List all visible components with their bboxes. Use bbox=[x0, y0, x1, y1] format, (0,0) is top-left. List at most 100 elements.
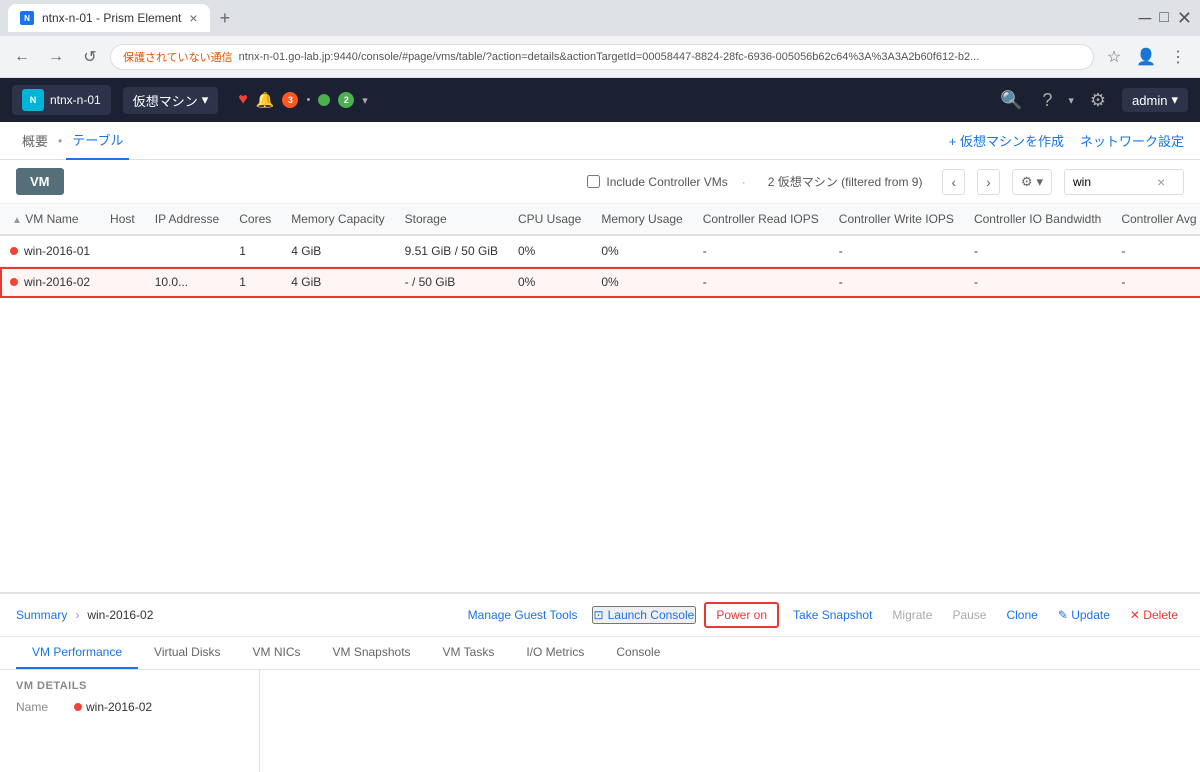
browser-tab[interactable]: N ntnx-n-01 - Prism Element × bbox=[8, 4, 210, 32]
browser-favicon: N bbox=[20, 11, 34, 25]
dot-separator: • bbox=[306, 94, 310, 106]
vm-ctrl-latency: - bbox=[1111, 235, 1200, 267]
sort-arrow: ▲ bbox=[12, 215, 22, 226]
url-text: ntnx-n-01.go-lab.jp:9440/console/#page/v… bbox=[239, 51, 980, 63]
col-vm-name[interactable]: ▲ VM Name bbox=[0, 204, 100, 235]
include-vms-checkbox[interactable] bbox=[587, 175, 600, 188]
col-ctrl-avg-io[interactable]: Controller Avg IO Latency bbox=[1111, 204, 1200, 235]
bottom-breadcrumb-row: Summary › win-2016-02 Manage Guest Tools… bbox=[0, 594, 1200, 637]
brand-logo[interactable]: N ntnx-n-01 bbox=[12, 85, 111, 115]
col-ctrl-write[interactable]: Controller Write IOPS bbox=[829, 204, 964, 235]
tab-close-button[interactable]: × bbox=[189, 10, 197, 26]
manage-guest-tools-button[interactable]: Manage Guest Tools bbox=[462, 606, 584, 624]
health-icon[interactable]: ♥ bbox=[238, 91, 248, 109]
table-tab[interactable]: テーブル bbox=[66, 122, 129, 160]
tab-vm-nics[interactable]: VM NICs bbox=[237, 637, 317, 669]
take-snapshot-button[interactable]: Take Snapshot bbox=[787, 606, 878, 624]
help-button[interactable]: ? bbox=[1038, 86, 1056, 115]
include-controller-vms: Include Controller VMs bbox=[587, 175, 727, 189]
search-box[interactable]: × bbox=[1064, 169, 1184, 195]
vm-ctrl-read: - bbox=[693, 267, 829, 298]
settings-button[interactable]: ⚙ bbox=[1086, 86, 1110, 115]
launch-console-button[interactable]: ⊡ Launch Console bbox=[592, 606, 697, 624]
new-tab-button[interactable]: + bbox=[214, 8, 237, 29]
clone-button[interactable]: Clone bbox=[1000, 606, 1043, 624]
back-button[interactable]: ← bbox=[8, 43, 36, 71]
search-input[interactable] bbox=[1073, 175, 1153, 189]
col-ctrl-read[interactable]: Controller Read IOPS bbox=[693, 204, 829, 235]
health-circle[interactable] bbox=[318, 94, 330, 106]
vm-details-panel: VM DETAILS Name win-2016-02 bbox=[0, 670, 260, 772]
settings-chevron: ▾ bbox=[1036, 174, 1043, 190]
settings-gear-icon: ⚙ bbox=[1021, 174, 1033, 190]
create-vm-button[interactable]: + 仮想マシンを作成 bbox=[949, 131, 1064, 150]
bookmark-button[interactable]: ☆ bbox=[1100, 43, 1128, 71]
alert-icon[interactable]: 🔔 bbox=[256, 91, 275, 109]
col-host[interactable]: Host bbox=[100, 204, 145, 235]
tab-vm-snapshots[interactable]: VM Snapshots bbox=[317, 637, 427, 669]
top-navigation: N ntnx-n-01 仮想マシン ▾ ♥ 🔔 3 • 2 ▾ 🔍 ? ▾ ⚙ … bbox=[0, 78, 1200, 122]
column-settings-button[interactable]: ⚙ ▾ bbox=[1012, 169, 1052, 195]
tab-vm-tasks[interactable]: VM Tasks bbox=[427, 637, 511, 669]
update-button[interactable]: ✎ Update bbox=[1052, 606, 1116, 624]
sub-navigation: 概要 • テーブル + 仮想マシンを作成 ネットワーク設定 bbox=[0, 122, 1200, 160]
prev-page-button[interactable]: ‹ bbox=[942, 169, 965, 195]
nutanix-logo: N bbox=[22, 89, 44, 111]
power-on-button[interactable]: Power on bbox=[704, 602, 779, 628]
table-row[interactable]: win-2016-02 10.0... 1 4 GiB - / 50 GiB 0… bbox=[0, 267, 1200, 298]
alert-badge: 3 bbox=[282, 92, 298, 108]
col-ip[interactable]: IP Addresse bbox=[145, 204, 230, 235]
reload-button[interactable]: ↺ bbox=[76, 43, 104, 71]
col-cores[interactable]: Cores bbox=[229, 204, 281, 235]
vm-name-label: win-2016-02 bbox=[24, 275, 90, 289]
vm-cpu-usage: 0% bbox=[508, 235, 591, 267]
bottom-tabs: VM Performance Virtual Disks VM NICs VM … bbox=[0, 637, 1200, 670]
subnav-actions: + 仮想マシンを作成 ネットワーク設定 bbox=[949, 131, 1184, 150]
status-chevron[interactable]: ▾ bbox=[362, 94, 368, 107]
maximize-button[interactable]: □ bbox=[1159, 9, 1169, 27]
tab-io-metrics[interactable]: I/O Metrics bbox=[510, 637, 600, 669]
vm-storage: 9.51 GiB / 50 GiB bbox=[395, 235, 508, 267]
profile-button[interactable]: 👤 bbox=[1132, 43, 1160, 71]
dot-sep: · bbox=[742, 175, 746, 189]
vm-details-title: VM DETAILS bbox=[16, 680, 243, 692]
close-button[interactable]: ✕ bbox=[1177, 8, 1192, 29]
vm-ctrl-write: - bbox=[829, 235, 964, 267]
next-page-button[interactable]: › bbox=[977, 169, 1000, 195]
tab-title: ntnx-n-01 - Prism Element bbox=[42, 11, 181, 25]
vm-memory: 4 GiB bbox=[281, 267, 394, 298]
vm-detail-name: win-2016-02 bbox=[86, 700, 152, 714]
vm-detail-name-row: Name win-2016-02 bbox=[16, 700, 243, 714]
vm-host bbox=[100, 235, 145, 267]
vm-status-dot bbox=[10, 278, 18, 286]
extensions-button[interactable]: ⋮ bbox=[1164, 43, 1192, 71]
network-settings-button[interactable]: ネットワーク設定 bbox=[1080, 131, 1184, 150]
launch-console-icon: ⊡ bbox=[594, 608, 604, 622]
forward-button[interactable]: → bbox=[42, 43, 70, 71]
admin-menu[interactable]: admin ▾ bbox=[1122, 88, 1188, 112]
search-button[interactable]: 🔍 bbox=[996, 86, 1026, 115]
vm-menu[interactable]: 仮想マシン ▾ bbox=[123, 87, 219, 114]
search-clear-button[interactable]: × bbox=[1157, 174, 1165, 190]
tab-virtual-disks[interactable]: Virtual Disks bbox=[138, 637, 236, 669]
col-memory[interactable]: Memory Capacity bbox=[281, 204, 394, 235]
col-memory-usage[interactable]: Memory Usage bbox=[591, 204, 692, 235]
vm-name-cell[interactable]: win-2016-01 bbox=[0, 235, 100, 267]
col-storage[interactable]: Storage bbox=[395, 204, 508, 235]
vm-name-cell[interactable]: win-2016-02 bbox=[0, 267, 100, 298]
tab-vm-performance[interactable]: VM Performance bbox=[16, 637, 138, 669]
browser-navbar: ← → ↺ 保護されていない通信 ntnx-n-01.go-lab.jp:944… bbox=[0, 36, 1200, 78]
vm-ctrl-write: - bbox=[829, 267, 964, 298]
brand-name: ntnx-n-01 bbox=[50, 93, 101, 107]
minimize-button[interactable]: ─ bbox=[1138, 8, 1151, 29]
overview-tab[interactable]: 概要 bbox=[16, 131, 54, 150]
delete-button[interactable]: ✕ Delete bbox=[1124, 606, 1184, 624]
col-ctrl-io-bw[interactable]: Controller IO Bandwidth bbox=[964, 204, 1111, 235]
col-cpu-usage[interactable]: CPU Usage bbox=[508, 204, 591, 235]
table-row[interactable]: win-2016-01 1 4 GiB 9.51 GiB / 50 GiB 0%… bbox=[0, 235, 1200, 267]
breadcrumb-summary[interactable]: Summary bbox=[16, 608, 67, 622]
help-chevron[interactable]: ▾ bbox=[1068, 94, 1074, 107]
vm-table: ▲ VM Name Host IP Addresse Cores Memory … bbox=[0, 204, 1200, 298]
address-bar[interactable]: 保護されていない通信 ntnx-n-01.go-lab.jp:9440/cons… bbox=[110, 44, 1094, 70]
tab-console[interactable]: Console bbox=[600, 637, 676, 669]
